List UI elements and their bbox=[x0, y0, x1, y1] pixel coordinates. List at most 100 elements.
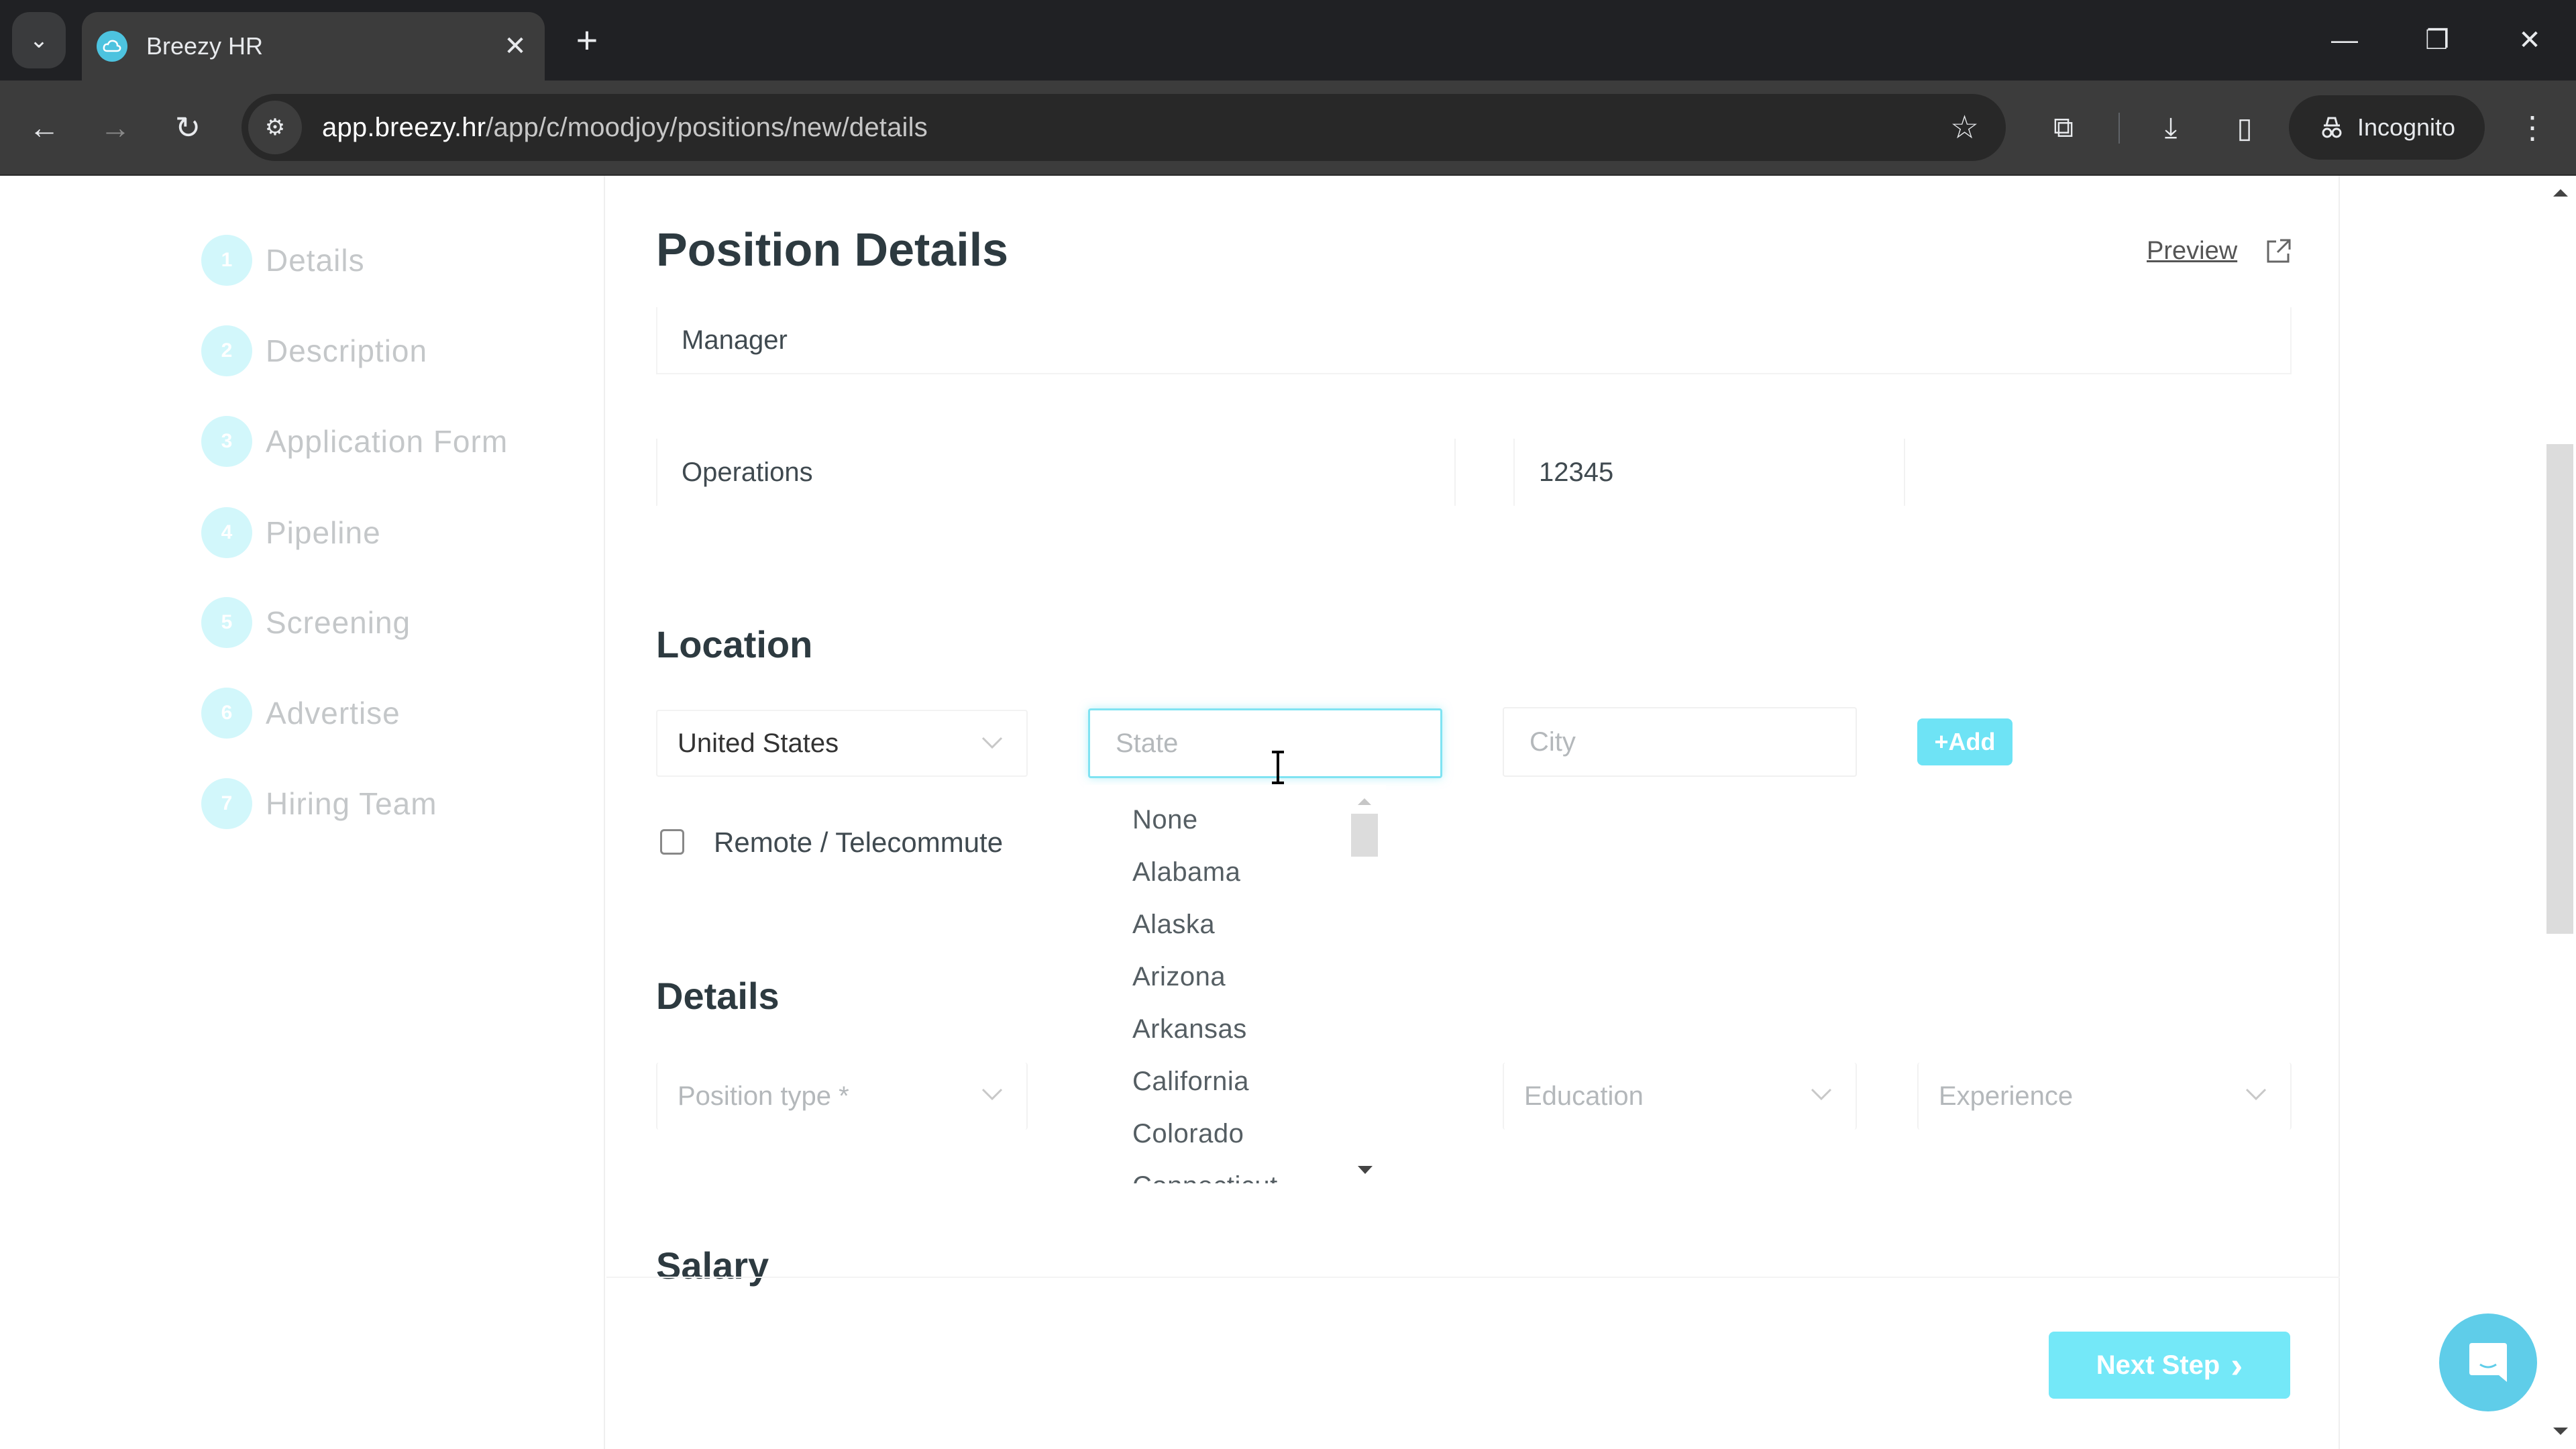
state-option[interactable]: Arizona bbox=[1132, 962, 1226, 992]
sidebar-step-details[interactable]: 1 Details bbox=[201, 235, 365, 286]
restore-button[interactable]: ❐ bbox=[2400, 12, 2474, 68]
chevron-down-icon bbox=[981, 737, 1003, 749]
state-placeholder: State bbox=[1116, 728, 1179, 758]
requisition-id-input[interactable]: 12345 bbox=[1513, 439, 1905, 506]
preview-link[interactable]: Preview bbox=[2147, 236, 2294, 266]
chevron-down-icon bbox=[2245, 1088, 2267, 1101]
country-value: United States bbox=[678, 728, 839, 758]
download-icon: ⤓ bbox=[2164, 111, 2178, 143]
dropdown-scroll-down-icon[interactable] bbox=[1358, 1166, 1373, 1174]
sidebar-step-pipeline[interactable]: 4 Pipeline bbox=[201, 507, 381, 558]
position-title-input[interactable]: Manager bbox=[656, 307, 2292, 374]
side-panel-icon: ▯ bbox=[2237, 111, 2253, 144]
step-number-badge: 5 bbox=[201, 597, 252, 648]
side-panel-button[interactable]: ▯ bbox=[2218, 101, 2271, 154]
kebab-icon: ⋮ bbox=[2517, 110, 2548, 145]
state-option[interactable]: Arkansas bbox=[1132, 1014, 1247, 1044]
minimize-icon: — bbox=[2331, 25, 2358, 55]
add-location-button[interactable]: +Add bbox=[1917, 718, 2012, 765]
new-tab-button[interactable]: + bbox=[564, 16, 610, 63]
requisition-id-value: 12345 bbox=[1539, 457, 1614, 487]
location-heading: Location bbox=[656, 623, 813, 665]
state-option[interactable]: Alaska bbox=[1132, 910, 1215, 940]
state-dropdown-list[interactable]: None Alabama Alaska Arizona Arkansas Cal… bbox=[1084, 785, 1386, 1183]
chevron-down-icon bbox=[981, 1088, 1003, 1101]
sidebar-step-application-form[interactable]: 3 Application Form bbox=[201, 416, 508, 467]
experience-select[interactable]: Experience bbox=[1917, 1063, 2292, 1130]
state-option[interactable]: Connecticut bbox=[1132, 1171, 1278, 1183]
dropdown-scroll-up-icon[interactable] bbox=[1358, 798, 1371, 805]
step-label: Description bbox=[266, 333, 428, 368]
incognito-badge[interactable]: Incognito bbox=[2289, 95, 2485, 160]
scroll-down-icon[interactable] bbox=[2553, 1428, 2568, 1435]
chevron-down-icon bbox=[1811, 1088, 1832, 1101]
reload-button[interactable]: ↻ bbox=[161, 101, 215, 154]
url-path: /app/c/moodjoy/positions/new/details bbox=[486, 112, 928, 142]
position-type-select[interactable]: Position type * bbox=[656, 1063, 1028, 1130]
wizard-steps-sidebar: 1 Details 2 Description 3 Application Fo… bbox=[0, 176, 605, 1449]
remote-label[interactable]: Remote / Telecommute bbox=[714, 826, 1003, 859]
state-option[interactable]: Colorado bbox=[1132, 1119, 1244, 1149]
footer-divider bbox=[606, 1277, 2340, 1278]
address-bar[interactable]: ⚙ app.breezy.hr/app/c/moodjoy/positions/… bbox=[241, 94, 2006, 161]
close-icon[interactable]: ✕ bbox=[495, 31, 535, 62]
sidebar-step-description[interactable]: 2 Description bbox=[201, 325, 427, 376]
step-number-badge: 4 bbox=[201, 507, 252, 558]
state-option[interactable]: None bbox=[1132, 805, 1198, 835]
incognito-label: Incognito bbox=[2357, 113, 2456, 141]
dropdown-scrollbar-thumb[interactable] bbox=[1351, 814, 1378, 857]
star-icon[interactable]: ☆ bbox=[1950, 109, 1979, 146]
browser-tab-active[interactable]: Breezy HR ✕ bbox=[82, 12, 545, 80]
url-text[interactable]: app.breezy.hr/app/c/moodjoy/positions/ne… bbox=[322, 113, 1950, 143]
step-number-badge: 3 bbox=[201, 416, 252, 467]
details-heading: Details bbox=[656, 975, 780, 1017]
position-type-placeholder: Position type * bbox=[678, 1081, 849, 1111]
sidebar-step-advertise[interactable]: 6 Advertise bbox=[201, 688, 400, 739]
state-input[interactable]: State bbox=[1088, 708, 1442, 778]
site-info-button[interactable]: ⚙ bbox=[248, 101, 302, 154]
page-title: Position Details bbox=[656, 223, 1009, 276]
department-value: Operations bbox=[682, 457, 813, 487]
remote-checkbox[interactable] bbox=[660, 829, 684, 855]
education-select[interactable]: Education bbox=[1503, 1063, 1857, 1130]
text-cursor-icon bbox=[1272, 751, 1284, 784]
country-select[interactable]: United States bbox=[656, 710, 1028, 777]
page-scrollbar[interactable] bbox=[2544, 176, 2576, 1449]
preview-label: Preview bbox=[2147, 236, 2238, 265]
step-number-badge: 1 bbox=[201, 235, 252, 286]
state-option[interactable]: Alabama bbox=[1132, 857, 1240, 888]
sidebar-step-hiring-team[interactable]: 7 Hiring Team bbox=[201, 778, 437, 829]
position-title-value: Manager bbox=[682, 325, 788, 355]
tab-title: Breezy HR bbox=[146, 32, 264, 60]
salary-heading: Salary bbox=[656, 1244, 769, 1287]
step-number-badge: 2 bbox=[201, 325, 252, 376]
browser-tab-strip: ⌄ Breezy HR ✕ + — ❐ ✕ bbox=[0, 0, 2576, 80]
browser-menu-button[interactable]: ⋮ bbox=[2509, 101, 2556, 154]
tab-search-button[interactable]: ⌄ bbox=[12, 12, 66, 68]
step-label: Screening bbox=[266, 605, 411, 640]
tune-icon: ⚙ bbox=[264, 115, 286, 140]
step-label: Details bbox=[266, 243, 365, 278]
close-icon: ✕ bbox=[2518, 25, 2541, 55]
state-option[interactable]: California bbox=[1132, 1067, 1249, 1097]
minimize-button[interactable]: — bbox=[2308, 12, 2381, 68]
sidebar-step-screening[interactable]: 5 Screening bbox=[201, 597, 411, 648]
close-window-button[interactable]: ✕ bbox=[2493, 12, 2567, 68]
experience-placeholder: Experience bbox=[1939, 1081, 2074, 1111]
back-button[interactable]: ← bbox=[17, 101, 71, 154]
forward-button[interactable]: → bbox=[89, 101, 142, 154]
browser-toolbar: ← → ↻ ⚙ app.breezy.hr/app/c/moodjoy/posi… bbox=[0, 80, 2576, 176]
extensions-button[interactable]: ⧉ bbox=[2037, 101, 2090, 154]
page: 1 Details 2 Description 3 Application Fo… bbox=[0, 176, 2576, 1449]
url-host: app.breezy.hr bbox=[322, 112, 486, 142]
chat-launcher-button[interactable] bbox=[2439, 1313, 2537, 1411]
next-step-button[interactable]: Next Step › bbox=[2049, 1332, 2290, 1399]
city-input[interactable]: City bbox=[1503, 707, 1857, 777]
department-input[interactable]: Operations bbox=[656, 439, 1456, 506]
scroll-up-icon[interactable] bbox=[2553, 189, 2568, 197]
external-link-icon bbox=[2267, 239, 2291, 263]
scrollbar-thumb[interactable] bbox=[2546, 444, 2573, 934]
plus-icon: + bbox=[576, 18, 598, 61]
downloads-button[interactable]: ⤓ bbox=[2144, 101, 2198, 154]
puzzle-icon: ⧉ bbox=[2053, 111, 2074, 143]
